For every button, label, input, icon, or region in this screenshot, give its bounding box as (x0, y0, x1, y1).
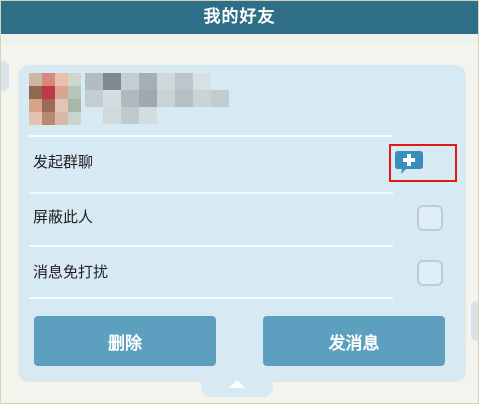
friend-dialog: 我的好友 发起群聊 屏蔽此人 消息免打扰 删除 发消息 (0, 0, 479, 404)
divider (29, 192, 393, 194)
chevron-up-icon (229, 380, 245, 388)
header-gap (1, 34, 478, 44)
block-user-checkbox[interactable] (417, 205, 443, 231)
send-message-button[interactable]: 发消息 (263, 316, 445, 366)
divider (29, 245, 393, 247)
friend-profile[interactable] (29, 73, 329, 131)
option-block-label: 屏蔽此人 (33, 208, 94, 226)
mute-notifications-checkbox[interactable] (417, 260, 443, 286)
option-group-chat-label: 发起群聊 (33, 153, 94, 171)
friend-panel: 发起群聊 屏蔽此人 消息免打扰 删除 发消息 (19, 65, 465, 380)
option-mute-label: 消息免打扰 (33, 263, 109, 281)
dialog-title: 我的好友 (1, 1, 478, 34)
friend-name-blurred (85, 73, 235, 125)
delete-friend-button[interactable]: 删除 (34, 316, 216, 366)
avatar[interactable] (29, 73, 81, 125)
divider (29, 297, 393, 299)
divider (29, 135, 393, 137)
right-edge-card (471, 301, 478, 341)
left-edge-card (1, 61, 9, 91)
highlight-box (389, 144, 457, 182)
